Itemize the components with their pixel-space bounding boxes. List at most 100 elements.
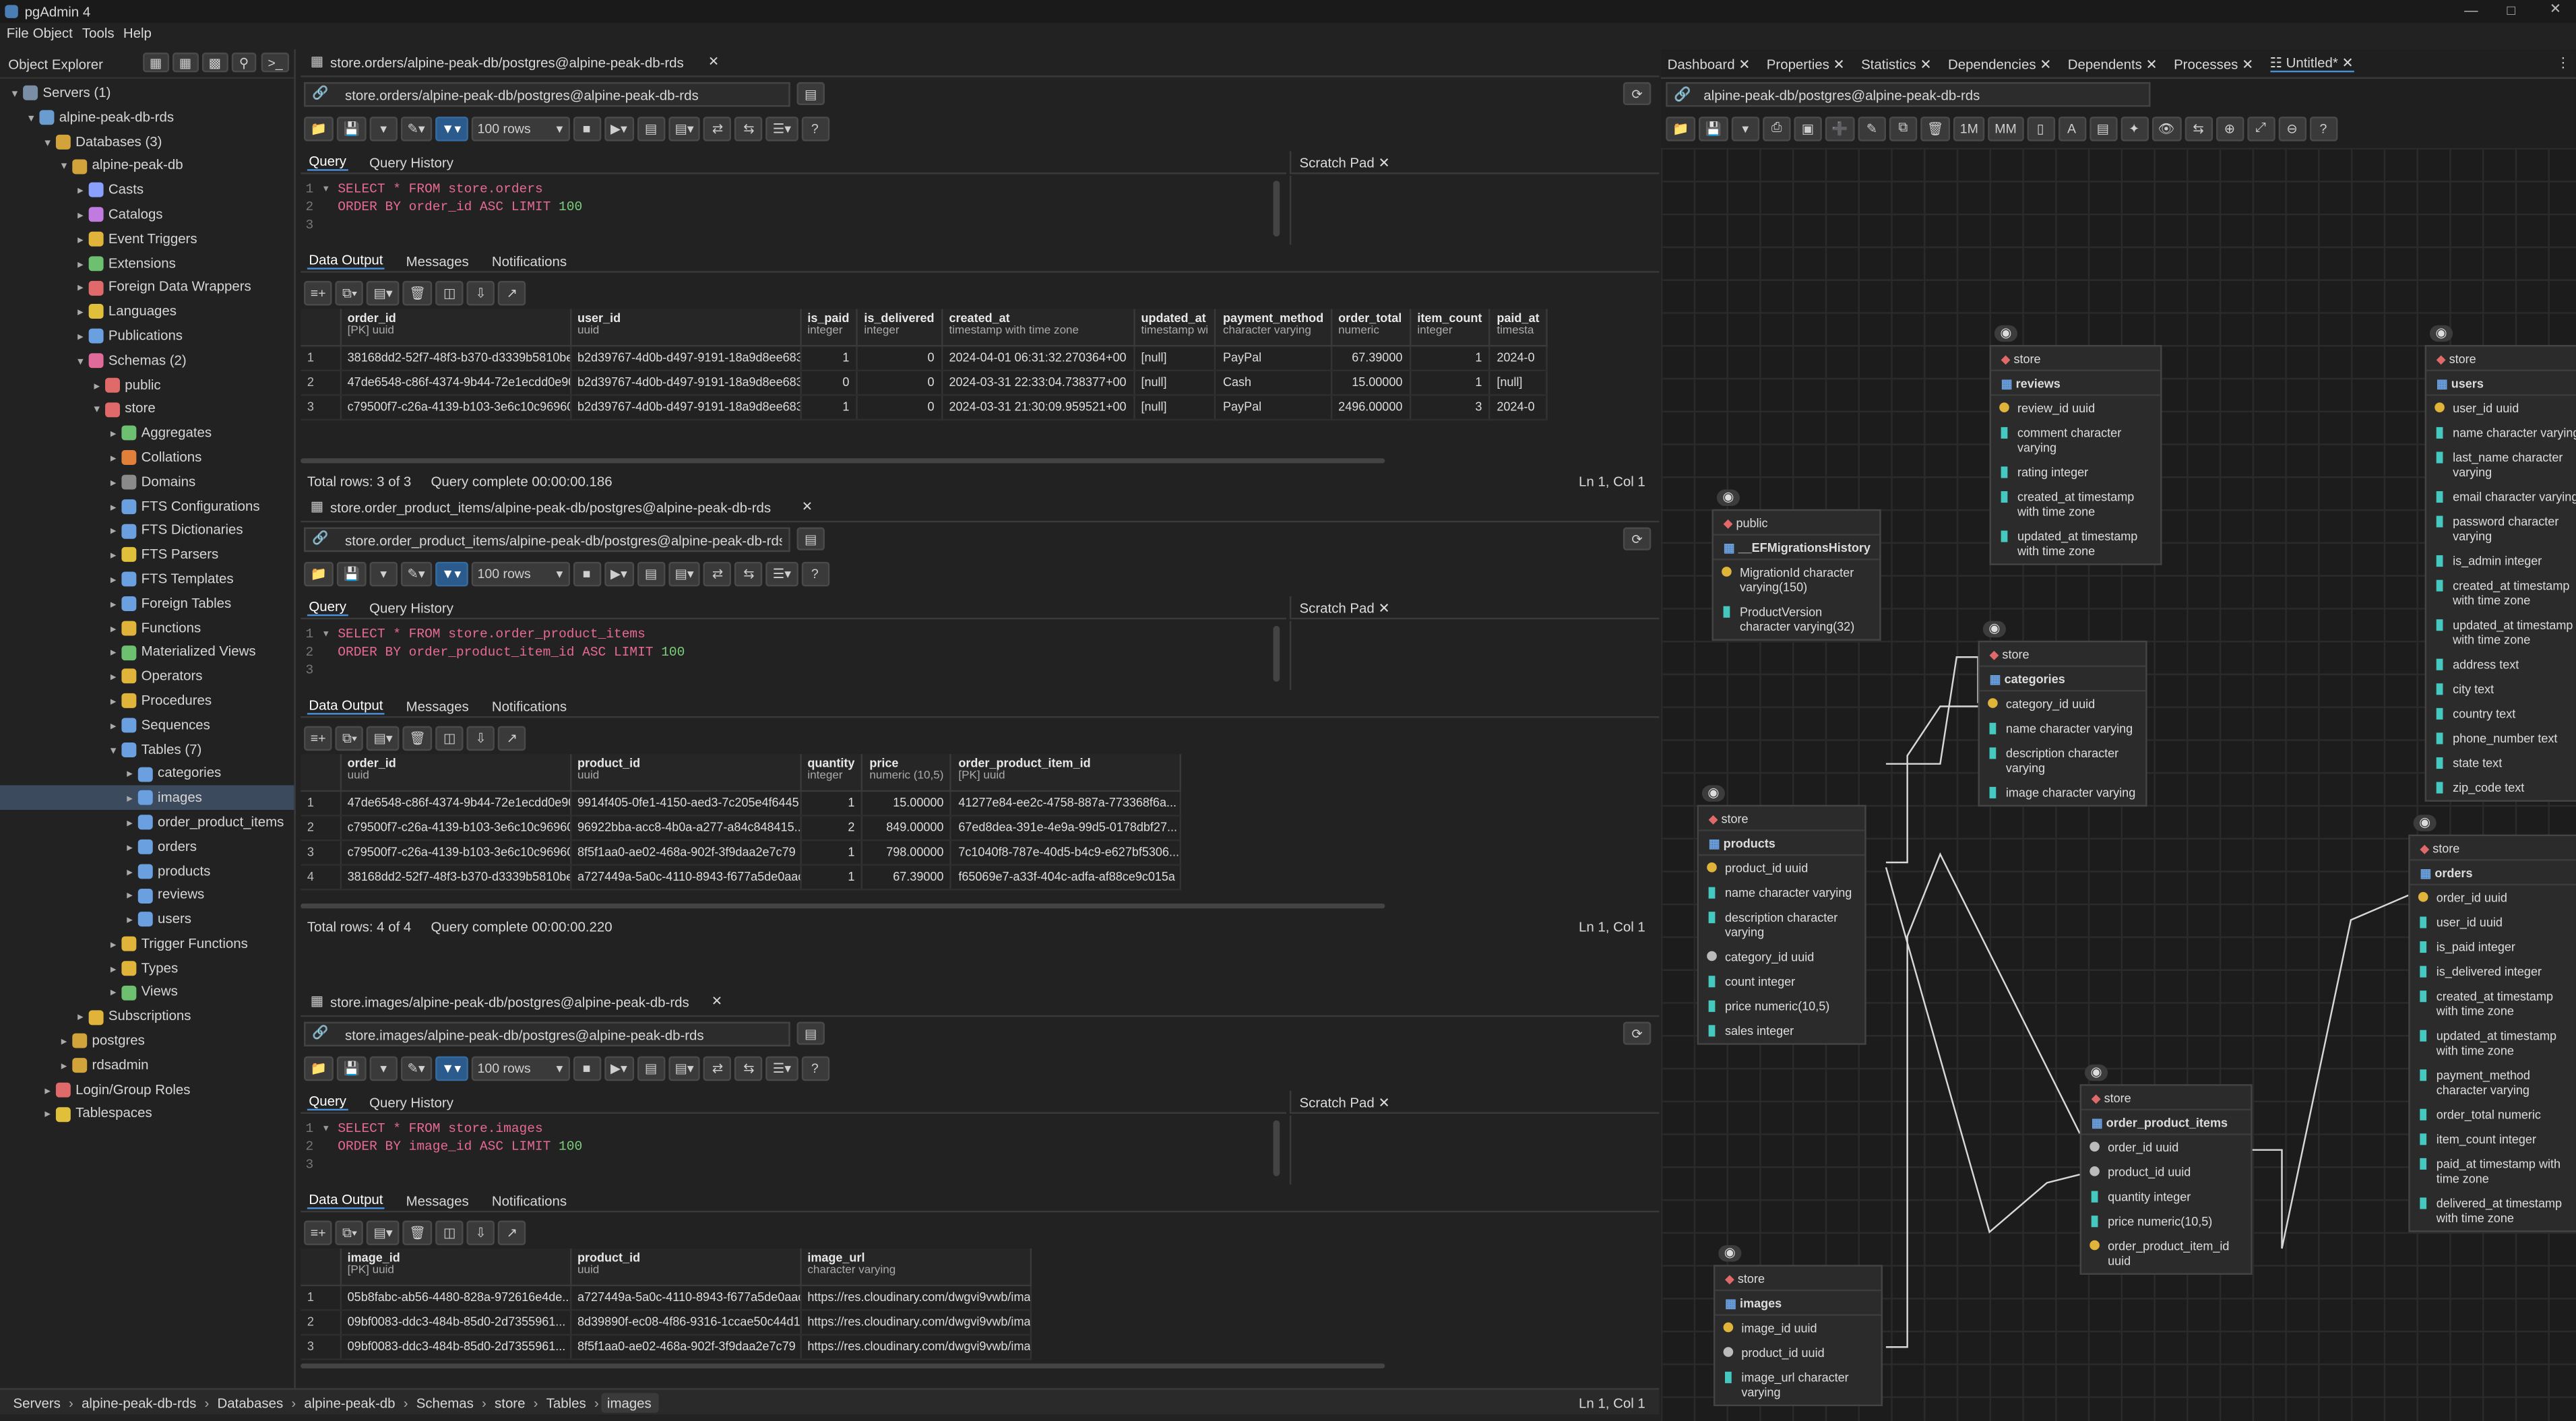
reset-layout-button[interactable]: ⟳ bbox=[1623, 527, 1652, 550]
delete-row-button[interactable]: 🗑 bbox=[402, 1220, 433, 1246]
fold-icon[interactable]: ▾ bbox=[322, 627, 338, 642]
table-cell[interactable]: 09bf0083-ddc3-484b-85d0-2d7355961... bbox=[340, 1333, 571, 1360]
table-cell[interactable]: c79500f7-c26a-4139-b103-3e6c10c96960 bbox=[340, 815, 571, 841]
table-cell[interactable]: [null] bbox=[1133, 369, 1217, 396]
tree-node[interactable]: ▾ Databases (3) bbox=[0, 129, 294, 154]
tree-node[interactable]: ▸ Extensions bbox=[0, 251, 294, 275]
tree-node[interactable]: ▸ Procedures bbox=[0, 688, 294, 712]
close-icon[interactable]: ✕ bbox=[1375, 600, 1389, 616]
table-cell[interactable]: PayPal bbox=[1216, 345, 1332, 371]
explorer-view-button[interactable]: ▩ bbox=[201, 53, 228, 73]
erd-note-button[interactable]: ▤ bbox=[2089, 115, 2117, 141]
table-cell[interactable]: 1 bbox=[800, 345, 858, 371]
tree-node[interactable]: ▸ Publications bbox=[0, 323, 294, 348]
explorer-db-button[interactable]: ▦ bbox=[143, 53, 169, 73]
help-button[interactable]: ? bbox=[800, 115, 829, 141]
close-tab-icon[interactable]: ✕ bbox=[712, 994, 722, 1009]
tree-node[interactable]: ▸ FTS Dictionaries bbox=[0, 518, 294, 542]
chevron-right-icon[interactable]: ▸ bbox=[121, 813, 137, 838]
table-row[interactable]: 2 47de6548-c86f-4374-9b44-72e1ecdd0e90 b2d… bbox=[301, 369, 1548, 396]
copy-button[interactable]: ⧉▾ bbox=[336, 726, 364, 751]
tree-node[interactable]: ▸ orders bbox=[0, 834, 294, 858]
eye-icon[interactable]: ◉ bbox=[1718, 1245, 1742, 1262]
right-tab[interactable]: Processes ✕ bbox=[2174, 55, 2253, 71]
erd-fill-color-button[interactable]: ▯ bbox=[2026, 115, 2054, 141]
erd-table-users[interactable]: ◆ store ▦ users user_id uuid name character… bbox=[2424, 345, 2576, 802]
explain-button[interactable]: ▤ bbox=[637, 561, 665, 586]
table-cell[interactable]: [null] bbox=[1133, 394, 1217, 420]
download-button[interactable]: ⇩ bbox=[466, 726, 495, 751]
chevron-right-icon[interactable]: ▸ bbox=[105, 716, 121, 740]
paste-button[interactable]: ▤▾ bbox=[367, 280, 400, 306]
right-tab[interactable]: Dependents ✕ bbox=[2068, 55, 2158, 71]
table-cell[interactable]: b2d39767-4d0b-d497-9191-18a9d8ee6830 bbox=[570, 345, 801, 371]
eye-icon[interactable]: ◉ bbox=[2413, 815, 2437, 831]
table-cell[interactable]: 47de6548-c86f-4374-9b44-72e1ecdd0e90 bbox=[340, 790, 571, 816]
right-tab[interactable]: Dependencies ✕ bbox=[1948, 55, 2051, 71]
close-tab-icon[interactable]: ✕ bbox=[1735, 55, 1750, 71]
table-cell[interactable]: https://res.cloudinary.com/dwgvi9vwb/ima… bbox=[800, 1333, 1031, 1360]
table-cell[interactable]: c79500f7-c26a-4139-b103-3e6c10c96960 bbox=[340, 394, 571, 420]
chevron-down-icon[interactable]: ▾ bbox=[23, 108, 39, 132]
execute-button[interactable]: ▶▾ bbox=[604, 1055, 634, 1081]
tree-node[interactable]: ▸ Domains bbox=[0, 470, 294, 494]
query-tab[interactable]: ▦ store.images/alpine-peak-db/postgres@al… bbox=[301, 989, 1660, 1017]
query-tab[interactable]: ▦ store.order_product_items/alpine-peak-d… bbox=[301, 495, 1660, 523]
column-header[interactable]: is_delivered integer bbox=[856, 309, 943, 346]
erd-canvas[interactable]: ◉ ◆ store ▦ reviews review_id uuid comment c… bbox=[1660, 148, 2576, 1421]
help-button[interactable]: ? bbox=[800, 561, 829, 586]
tree-node[interactable]: ▾ alpine-peak-db-rds bbox=[0, 105, 294, 129]
scratch-pad-area[interactable] bbox=[1289, 175, 1660, 245]
erd-table-reviews[interactable]: ◆ store ▦ reviews review_id uuid comment ch… bbox=[1989, 345, 2162, 565]
tree-node[interactable]: ▸ Trigger Functions bbox=[0, 931, 294, 955]
table-cell[interactable]: 09bf0083-ddc3-484b-85d0-2d7355961... bbox=[340, 1309, 571, 1335]
tab-messages[interactable]: Messages bbox=[404, 1192, 470, 1208]
table-cell[interactable]: 2024-03-31 21:30:09.959521+00 bbox=[941, 394, 1135, 420]
erd-zoom-in-button[interactable]: ⊕ bbox=[2216, 115, 2244, 141]
close-tab-icon[interactable]: ✕ bbox=[2036, 55, 2052, 71]
tree-node[interactable]: ▸ FTS Templates bbox=[0, 567, 294, 591]
fold-icon[interactable]: ▾ bbox=[322, 183, 338, 197]
table-cell[interactable]: 2 bbox=[800, 815, 863, 841]
graph-button[interactable]: ↗ bbox=[498, 280, 526, 306]
stop-button[interactable]: ■ bbox=[572, 561, 601, 586]
save-menu-button[interactable]: ▾ bbox=[369, 561, 398, 586]
reset-layout-button[interactable]: ⟳ bbox=[1623, 1021, 1652, 1045]
graph-button[interactable]: ↗ bbox=[498, 726, 526, 751]
table-cell[interactable]: c79500f7-c26a-4139-b103-3e6c10c96960 bbox=[340, 839, 571, 865]
table-row[interactable]: 1 05b8fabc-ab56-4480-828a-972616e4de... a7… bbox=[301, 1284, 1031, 1311]
table-cell[interactable]: 0 bbox=[856, 369, 943, 396]
erd-many-to-many-button[interactable]: MM bbox=[1988, 115, 2023, 141]
open-file-button[interactable]: 📁 bbox=[304, 115, 334, 141]
right-tab[interactable]: ☷ Untitled* ✕ bbox=[2269, 54, 2354, 73]
erd-open-button[interactable]: 📁 bbox=[1666, 115, 1696, 141]
sql-editor[interactable]: 1 ▾ SELECT * FROM store.order_product_ite… bbox=[305, 626, 1283, 689]
add-row-button[interactable]: ≡+ bbox=[304, 726, 333, 751]
commit-button[interactable]: ⇄ bbox=[703, 1055, 732, 1081]
tree-node[interactable]: ▸ Materialized Views bbox=[0, 639, 294, 664]
tree-node[interactable]: ▾ Tables (7) bbox=[0, 737, 294, 761]
column-header[interactable]: is_paid integer bbox=[800, 309, 858, 346]
erd-edit-button[interactable]: ✎ bbox=[1858, 115, 1886, 141]
table-cell[interactable]: 0 bbox=[800, 369, 858, 396]
open-file-button[interactable]: 📁 bbox=[304, 1055, 334, 1081]
explain-analyze-button[interactable]: ▤▾ bbox=[668, 561, 701, 586]
filter-button[interactable]: ▼▾ bbox=[435, 1055, 468, 1081]
table-cell[interactable]: 15.00000 bbox=[1331, 369, 1411, 396]
query-tab[interactable]: ▦ store.orders/alpine-peak-db/postgres@al… bbox=[301, 49, 1660, 77]
stop-button[interactable]: ■ bbox=[572, 1055, 601, 1081]
chevron-right-icon[interactable]: ▸ bbox=[105, 594, 121, 619]
tree-node[interactable]: ▸ Operators bbox=[0, 664, 294, 688]
tree-node[interactable]: ▸ order_product_items bbox=[0, 810, 294, 834]
close-tab-icon[interactable]: ✕ bbox=[708, 54, 719, 69]
tree-node[interactable]: ▸ Functions bbox=[0, 615, 294, 639]
erd-zoom-fit-button[interactable]: ⤢ bbox=[2247, 115, 2275, 141]
editor-scrollbar[interactable] bbox=[1273, 625, 1280, 682]
column-header[interactable]: item_count integer bbox=[1410, 309, 1490, 346]
erd-export-button[interactable]: ⎙ bbox=[1762, 115, 1791, 141]
column-header[interactable]: quantity integer bbox=[800, 754, 863, 791]
table-row[interactable]: 1 38168dd2-52f7-48f3-b370-d3339b5810be b2d… bbox=[301, 345, 1548, 371]
graph-button[interactable]: ↗ bbox=[498, 1220, 526, 1246]
table-row[interactable]: 3 c79500f7-c26a-4139-b103-3e6c10c96960 b2d… bbox=[301, 394, 1548, 420]
eye-icon[interactable]: ◉ bbox=[2084, 1064, 2108, 1081]
